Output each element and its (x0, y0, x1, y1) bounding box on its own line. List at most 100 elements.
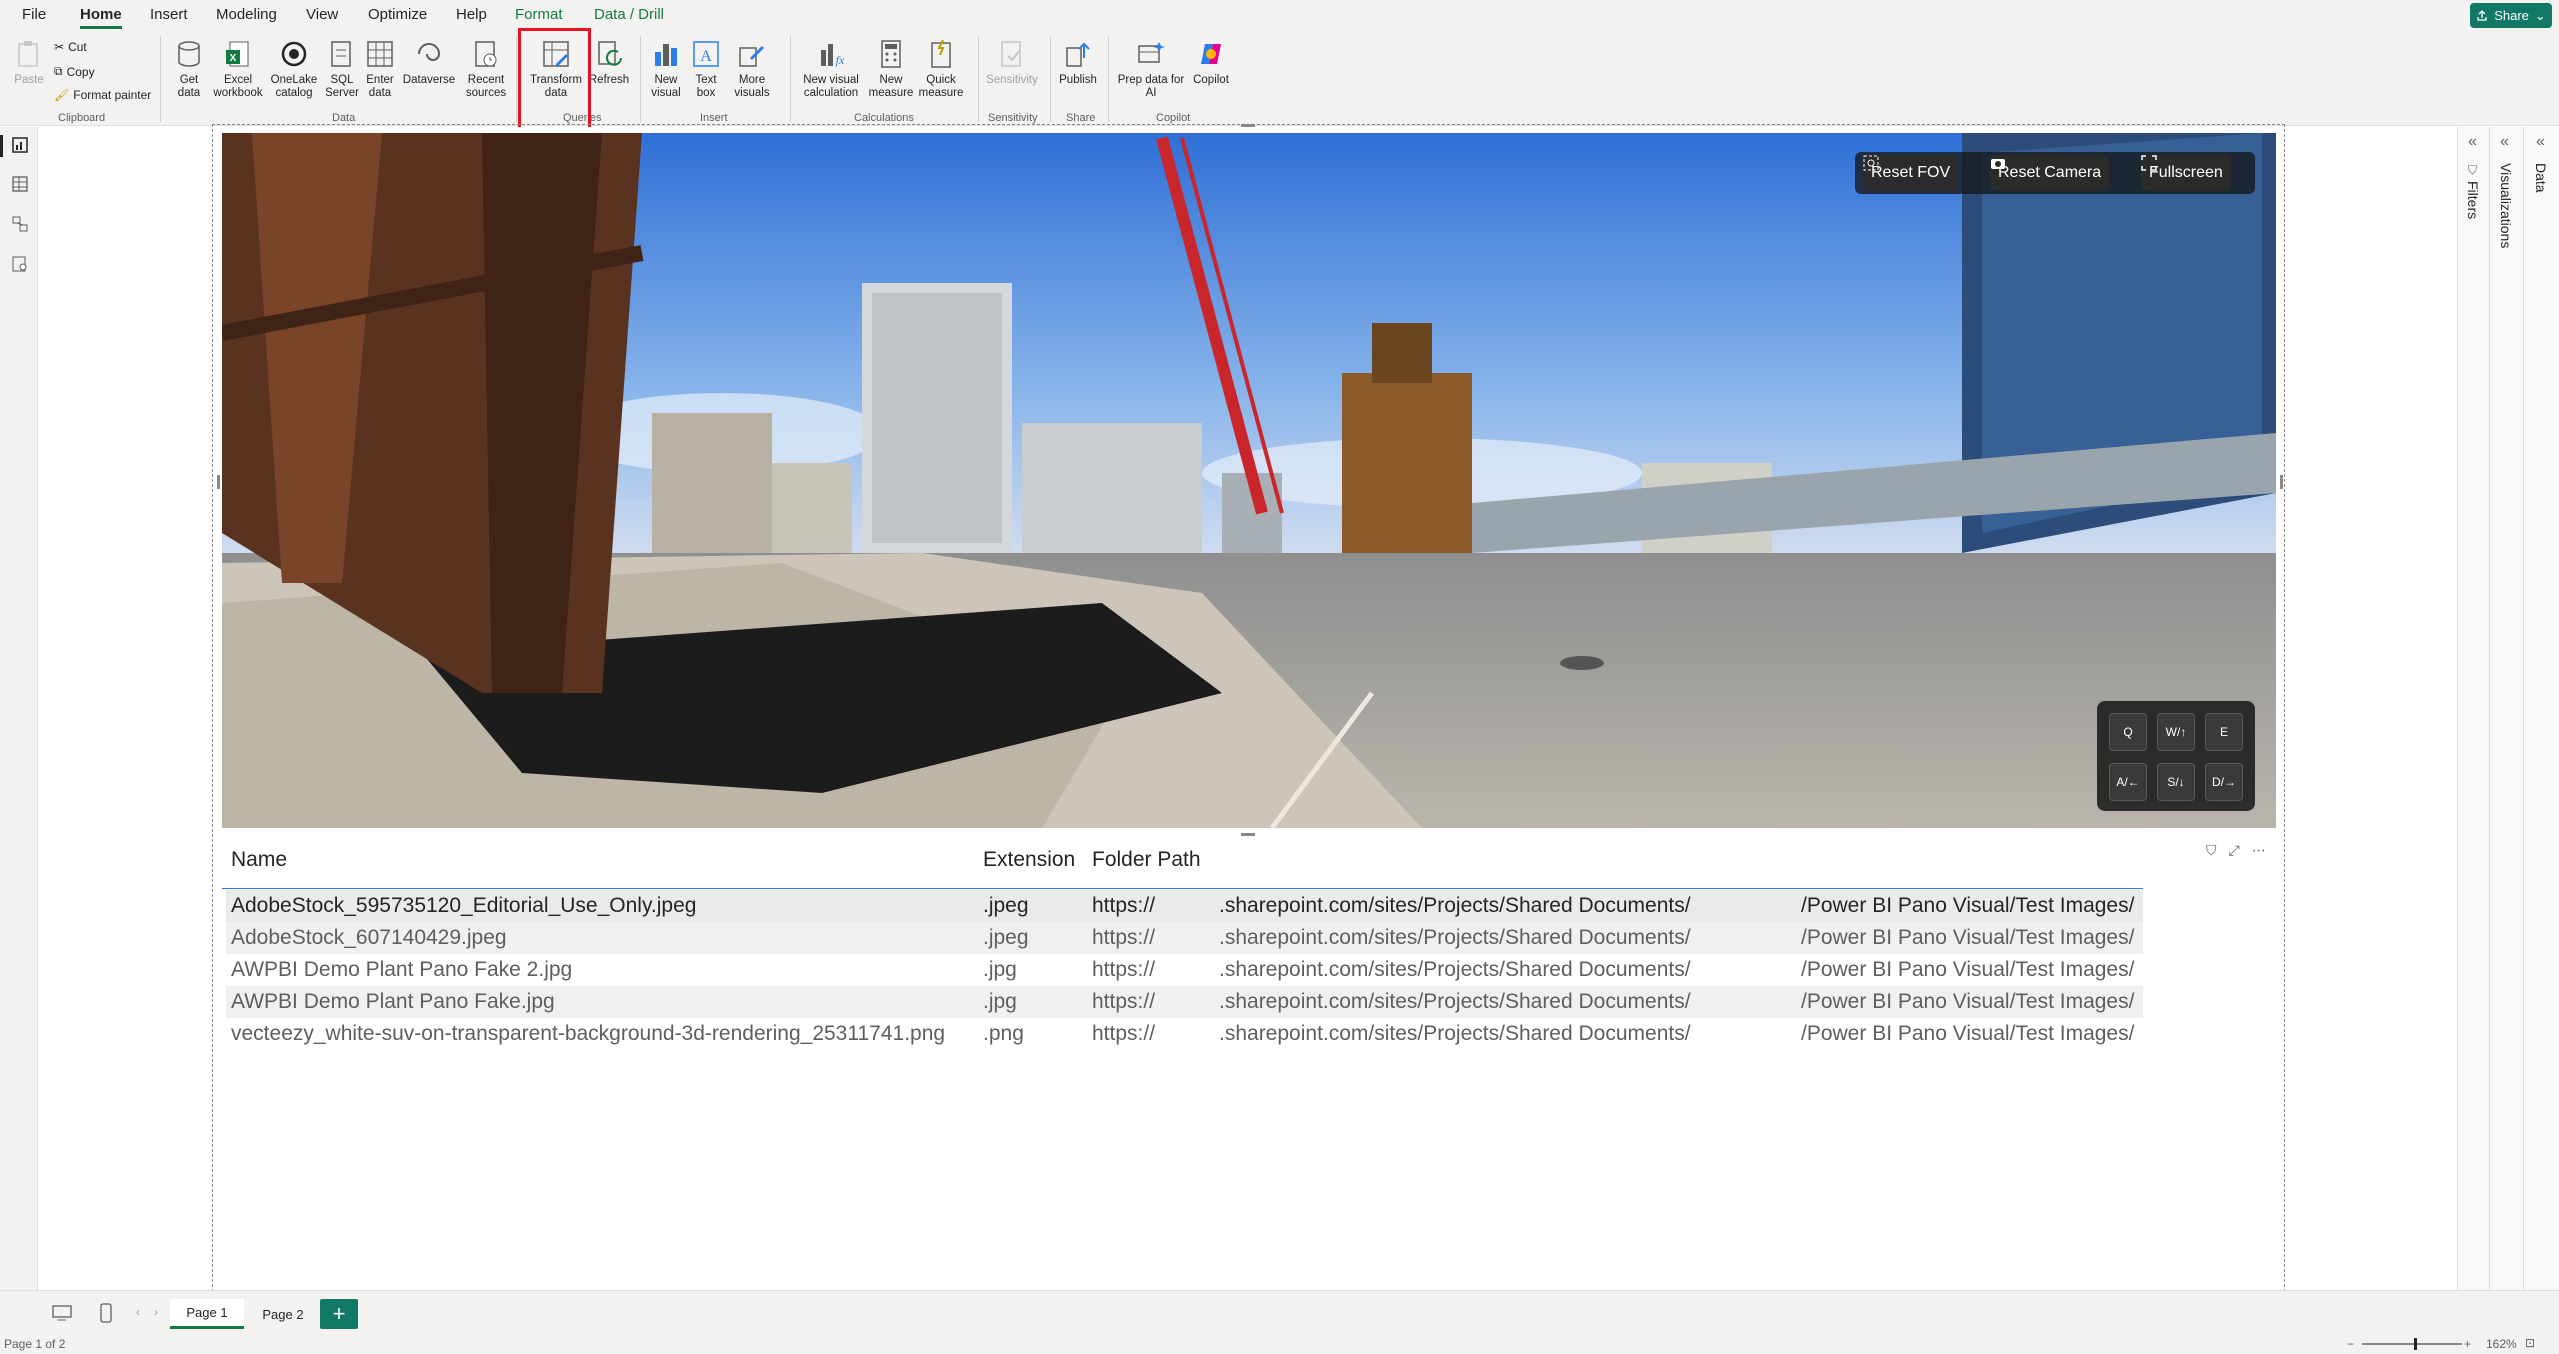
more-visuals-button[interactable]: More visuals (726, 38, 778, 100)
onelake-catalog-button[interactable]: OneLake catalog (266, 38, 322, 100)
recent-sources-button[interactable]: Recent sources (458, 38, 514, 100)
tab-file[interactable]: File (22, 6, 46, 23)
tab-home[interactable]: Home (80, 6, 122, 23)
table-row[interactable]: vecteezy_white-suv-on-transparent-backgr… (226, 1018, 2143, 1050)
new-measure-button[interactable]: New measure (868, 38, 914, 100)
mobile-layout-icon[interactable] (100, 1303, 112, 1323)
column-header-folder-path[interactable]: Folder Path (1092, 848, 1201, 872)
expand-filters-icon[interactable]: « (2468, 133, 2477, 151)
onelake-label: OneLake catalog (270, 74, 318, 99)
svg-text:A: A (700, 48, 712, 65)
panorama-visual[interactable]: Reset FOV Reset Camera Fullscreen Q W/↑ … (222, 133, 2276, 828)
format-painter-button[interactable]: 🖌 Format painter (54, 88, 151, 102)
dataverse-button[interactable]: Dataverse (400, 38, 458, 87)
zoom-slider[interactable] (2362, 1343, 2462, 1345)
filters-label: Filters (2465, 181, 2481, 220)
key-a-left[interactable]: A/← (2109, 763, 2147, 801)
table-row[interactable]: AdobeStock_607140429.jpeg .jpeg https://… (226, 922, 2143, 954)
group-label-sensitivity: Sensitivity (988, 112, 1038, 124)
cell-path-site: .sharepoint.com/sites/Projects/Shared Do… (1219, 1022, 1691, 1045)
copilot-label: Copilot (1193, 74, 1229, 86)
table-row[interactable]: AdobeStock_595735120_Editorial_Use_Only.… (226, 890, 2143, 922)
chevron-right-icon[interactable]: › (154, 1305, 158, 1319)
transform-data-highlight (518, 28, 591, 134)
group-label-data: Data (332, 112, 356, 124)
model-view-icon[interactable] (11, 215, 29, 233)
page-tab-2[interactable]: Page 2 (248, 1299, 318, 1329)
sensitivity-button[interactable]: Sensitivity (982, 38, 1042, 87)
key-s-down[interactable]: S/↓ (2157, 763, 2195, 801)
cell-extension: .jpeg (983, 894, 1029, 917)
chevron-down-icon: ⌄ (2534, 7, 2546, 23)
fit-to-page-icon[interactable]: ⊡ (2525, 1336, 2535, 1350)
tab-view[interactable]: View (306, 6, 338, 23)
add-page-button[interactable]: + (320, 1299, 358, 1329)
get-data-button[interactable]: Get data (166, 38, 212, 100)
zoom-slider-thumb[interactable] (2414, 1338, 2417, 1350)
cell-path-folder: /Power BI Pano Visual/Test Images/ (1801, 926, 2135, 949)
quick-measure-button[interactable]: Quick measure (916, 38, 966, 100)
reset-fov-label: Reset FOV (1871, 164, 1951, 181)
tab-optimize[interactable]: Optimize (368, 6, 427, 23)
text-box-button[interactable]: A Text box (686, 38, 726, 100)
column-header-name[interactable]: Name (231, 848, 287, 872)
cell-extension: .jpg (983, 958, 1017, 981)
share-button[interactable]: Share ⌄ (2470, 3, 2552, 28)
expand-visualizations-icon[interactable]: « (2500, 133, 2509, 151)
refresh-icon (598, 41, 622, 66)
tab-modeling[interactable]: Modeling (216, 6, 277, 23)
excel-workbook-button[interactable]: X Excel workbook (210, 38, 266, 100)
tab-format[interactable]: Format (515, 6, 563, 23)
cell-path-site: .sharepoint.com/sites/Projects/Shared Do… (1219, 958, 1691, 981)
share-icon (2477, 9, 2487, 21)
prep-data-for-ai-button[interactable]: Prep data for AI (1114, 38, 1188, 100)
cell-path-scheme: https:// (1092, 894, 1156, 917)
cut-button[interactable]: ✂ Cut (54, 40, 87, 54)
desktop-layout-icon[interactable] (52, 1305, 72, 1321)
table-row[interactable]: AWPBI Demo Plant Pano Fake.jpg .jpg http… (226, 986, 2143, 1018)
column-header-extension[interactable]: Extension (983, 848, 1075, 872)
resize-handle[interactable] (217, 475, 220, 489)
refresh-button[interactable]: Refresh (588, 38, 630, 87)
new-visual-calculation-button[interactable]: fx New visual calculation (796, 38, 866, 100)
visualizations-pane[interactable]: « Visualizations (2489, 127, 2523, 1307)
scissors-icon: ✂ (54, 40, 65, 54)
resize-handle[interactable] (1241, 124, 1255, 127)
key-e[interactable]: E (2205, 713, 2243, 751)
reset-camera-button[interactable]: Reset Camera (1990, 155, 2110, 191)
tab-data-drill[interactable]: Data / Drill (594, 6, 664, 23)
new-visual-button[interactable]: New visual (646, 38, 686, 100)
enter-data-button[interactable]: Enter data (360, 38, 400, 100)
table-row[interactable]: AWPBI Demo Plant Pano Fake 2.jpg .jpg ht… (226, 954, 2143, 986)
key-w-up[interactable]: W/↑ (2157, 713, 2195, 751)
table-visual[interactable]: ⛉ ⤢ ⋯ Name Extension Folder Path AdobeSt… (222, 838, 2276, 1288)
excel-label: Excel workbook (213, 74, 263, 99)
resize-handle[interactable] (2280, 475, 2283, 489)
publish-button[interactable]: Publish (1054, 38, 1102, 87)
page-count-status: Page 1 of 2 (4, 1337, 66, 1351)
table-view-icon[interactable] (11, 175, 29, 193)
key-q[interactable]: Q (2109, 713, 2147, 751)
resize-handle[interactable] (1241, 833, 1255, 836)
reset-fov-button[interactable]: Reset FOV (1863, 155, 1959, 191)
sql-server-button[interactable]: SQL Server (322, 38, 362, 100)
active-tab-indicator (80, 26, 122, 29)
expand-data-icon[interactable]: « (2536, 133, 2545, 151)
dax-query-view-icon[interactable] (11, 255, 29, 273)
data-label: Data (2533, 163, 2549, 193)
copy-button[interactable]: ⧉ Copy (54, 64, 95, 79)
key-d-right[interactable]: D/→ (2205, 763, 2243, 801)
copilot-button[interactable]: Copilot (1188, 38, 1234, 87)
page-tab-1[interactable]: Page 1 (170, 1299, 244, 1329)
recent-sources-icon (475, 41, 497, 67)
data-pane[interactable]: « Data (2523, 127, 2559, 1307)
chevron-left-icon[interactable]: ‹ (136, 1305, 140, 1319)
tab-insert[interactable]: Insert (150, 6, 188, 23)
report-view-icon[interactable] (11, 136, 29, 154)
filters-pane[interactable]: « ⛉ Filters (2457, 127, 2489, 1307)
zoom-out-icon[interactable]: − (2347, 1337, 2354, 1351)
paste-button[interactable]: Paste (10, 38, 48, 87)
zoom-in-icon[interactable]: + (2464, 1337, 2471, 1351)
fullscreen-button[interactable]: Fullscreen (2141, 155, 2231, 191)
tab-help[interactable]: Help (456, 6, 487, 23)
